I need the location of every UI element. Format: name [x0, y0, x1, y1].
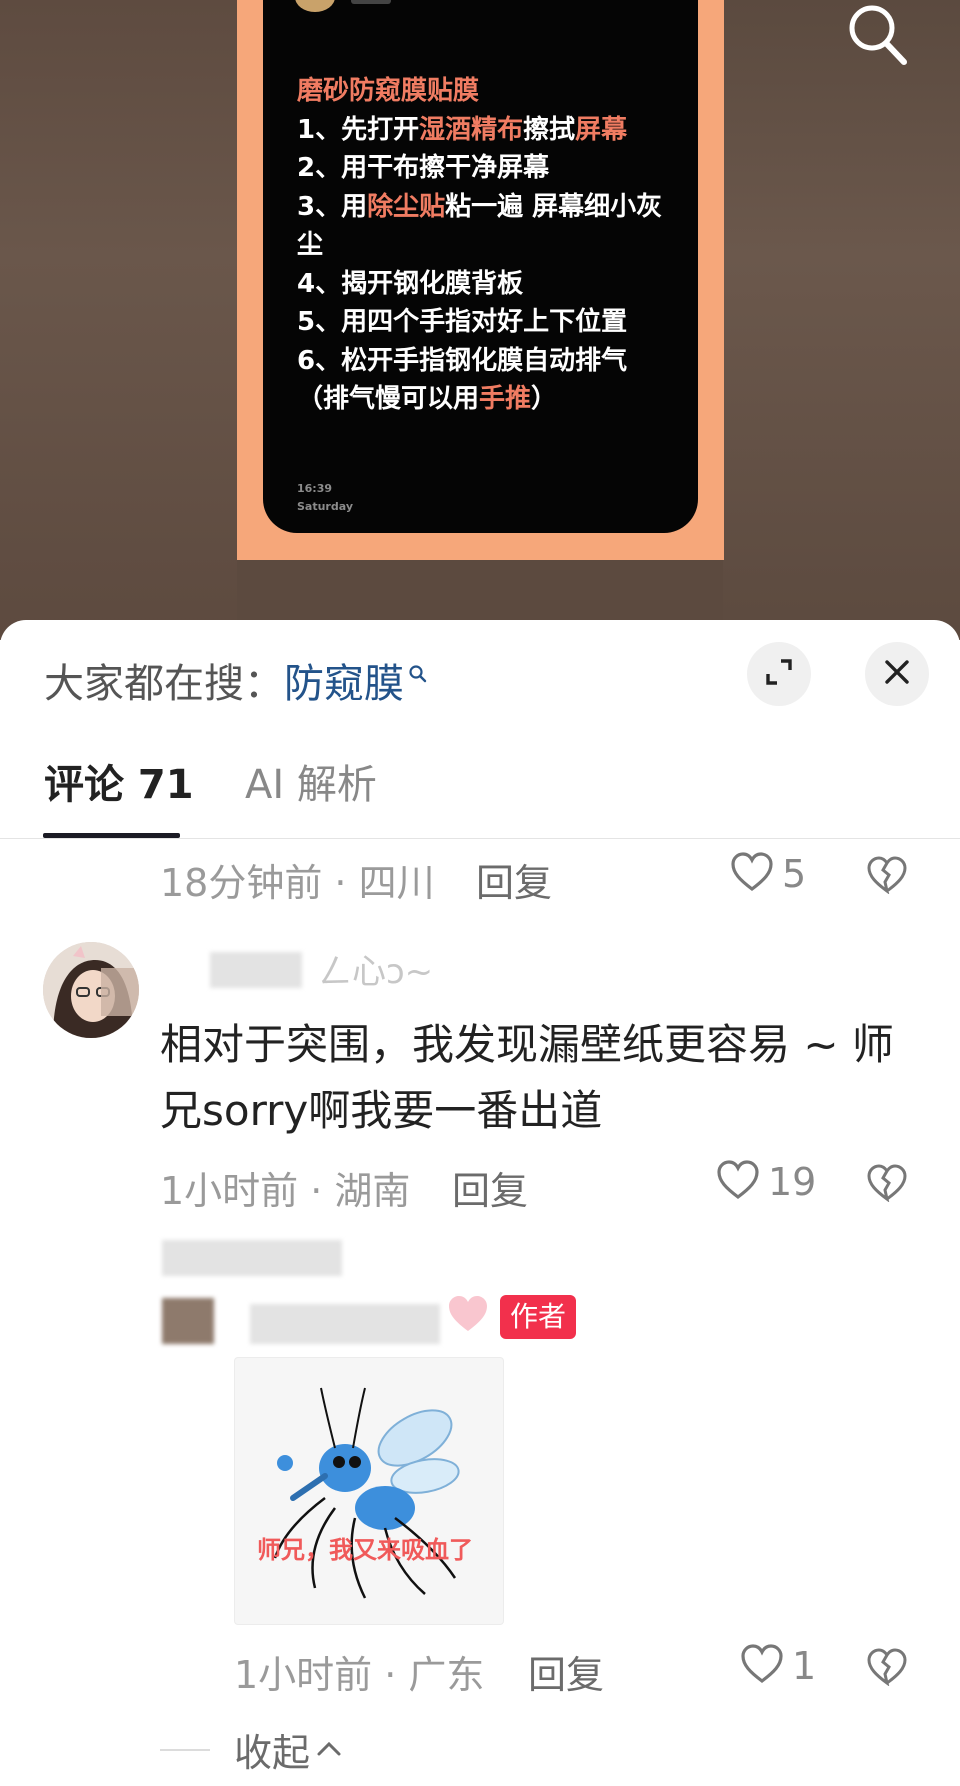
memo-avatar: [295, 0, 335, 12]
sticker-image[interactable]: 师兄，我又来吸血了: [234, 1357, 504, 1625]
reply-avatar[interactable]: [162, 1298, 214, 1344]
close-button[interactable]: [865, 642, 929, 706]
reply-button[interactable]: 回复: [452, 1160, 528, 1215]
heart-icon: [740, 1644, 784, 1688]
heart-icon: [730, 852, 774, 896]
collapse-label: 收起: [234, 1731, 311, 1775]
expand-button[interactable]: [747, 642, 811, 706]
like-button[interactable]: 5: [730, 852, 806, 896]
chevron-up-icon: [316, 1739, 342, 1761]
author-badge: 作者: [500, 1295, 577, 1339]
like-count: 19: [768, 1160, 817, 1204]
username-redacted: [210, 952, 302, 988]
dislike-button[interactable]: [866, 1164, 908, 1206]
heart-icon: [716, 1160, 760, 1204]
video-blur-left: [0, 0, 237, 640]
trending-search[interactable]: 大家都在搜： 防窥膜: [44, 650, 428, 710]
pink-heart-icon: [446, 1294, 490, 1338]
trending-search-prefix: 大家都在搜：: [44, 661, 284, 707]
tab-active-indicator: [43, 833, 180, 838]
reply-username-redacted[interactable]: [250, 1304, 440, 1344]
small-search-icon: [408, 648, 428, 694]
memo-line: 3、用除尘贴粘一遍 屏幕细小灰尘: [297, 191, 663, 261]
reply-time-location: 1小时前 · 广东: [234, 1653, 485, 1697]
memo-line: 6、松开手指钢化膜自动排气（排气慢可以用手推）: [297, 345, 628, 415]
comment-time-location: 1小时前 · 湖南: [160, 1169, 411, 1213]
broken-heart-icon: [866, 856, 908, 898]
username-suffix[interactable]: ㄥ心ɔ~: [318, 944, 433, 993]
video-blur-right: [723, 0, 960, 640]
close-icon: [884, 659, 910, 689]
comment-time-location: 18分钟前 · 四川: [160, 861, 435, 905]
search-icon[interactable]: [846, 0, 908, 66]
reply-button[interactable]: 回复: [476, 852, 552, 907]
memo-username: [351, 0, 391, 4]
memo-line: 5、用四个手指对好上下位置: [297, 307, 628, 337]
like-count: 5: [782, 852, 807, 896]
sticker-caption: 师兄，我又来吸血了: [257, 1536, 473, 1564]
avatar[interactable]: [43, 942, 139, 1038]
dislike-button[interactable]: [866, 856, 908, 898]
comment-tabs: 评论 71 AI 解析: [0, 740, 960, 839]
expand-icon: [764, 657, 794, 691]
memo-note: 磨砂防窥膜贴膜 1、先打开湿酒精布擦拭屏幕 2、用干布擦干净屏幕 3、用除尘贴粘…: [297, 72, 677, 419]
like-count: 1: [792, 1644, 817, 1688]
phone-frame: 磨砂防窥膜贴膜 1、先打开湿酒精布擦拭屏幕 2、用干布擦干净屏幕 3、用除尘贴粘…: [237, 0, 724, 560]
dislike-button[interactable]: [866, 1648, 908, 1690]
reply-quote-redacted: [162, 1240, 342, 1276]
memo-timestamp: 16:39 Saturday: [297, 482, 353, 513]
collapse-replies-button[interactable]: 收起: [160, 1722, 342, 1777]
memo-line: 1、先打开湿酒精布擦拭屏幕: [297, 114, 628, 145]
tab-ai-analysis[interactable]: AI 解析: [245, 752, 377, 810]
tab-comments[interactable]: 评论 71: [44, 752, 194, 810]
memo-line: 2、用干布擦干净屏幕: [297, 153, 550, 183]
reply-button[interactable]: 回复: [528, 1644, 604, 1699]
phone-screen: 磨砂防窥膜贴膜 1、先打开湿酒精布擦拭屏幕 2、用干布擦干净屏幕 3、用除尘贴粘…: [263, 0, 698, 533]
like-button[interactable]: 19: [716, 1160, 816, 1204]
trending-search-keyword[interactable]: 防窥膜: [284, 651, 404, 709]
memo-title: 磨砂防窥膜贴膜: [297, 76, 480, 106]
video-player[interactable]: 磨砂防窥膜贴膜 1、先打开湿酒精布擦拭屏幕 2、用干布擦干净屏幕 3、用除尘贴粘…: [0, 0, 960, 640]
comment-text: 相对于突围，我发现漏壁纸更容易 ~ 师兄sorry啊我要一番出道: [160, 1020, 894, 1135]
divider-line: [160, 1748, 210, 1751]
broken-heart-icon: [866, 1164, 908, 1206]
like-button[interactable]: 1: [740, 1644, 816, 1688]
memo-line: 4、揭开钢化膜背板: [297, 268, 524, 299]
broken-heart-icon: [866, 1648, 908, 1690]
